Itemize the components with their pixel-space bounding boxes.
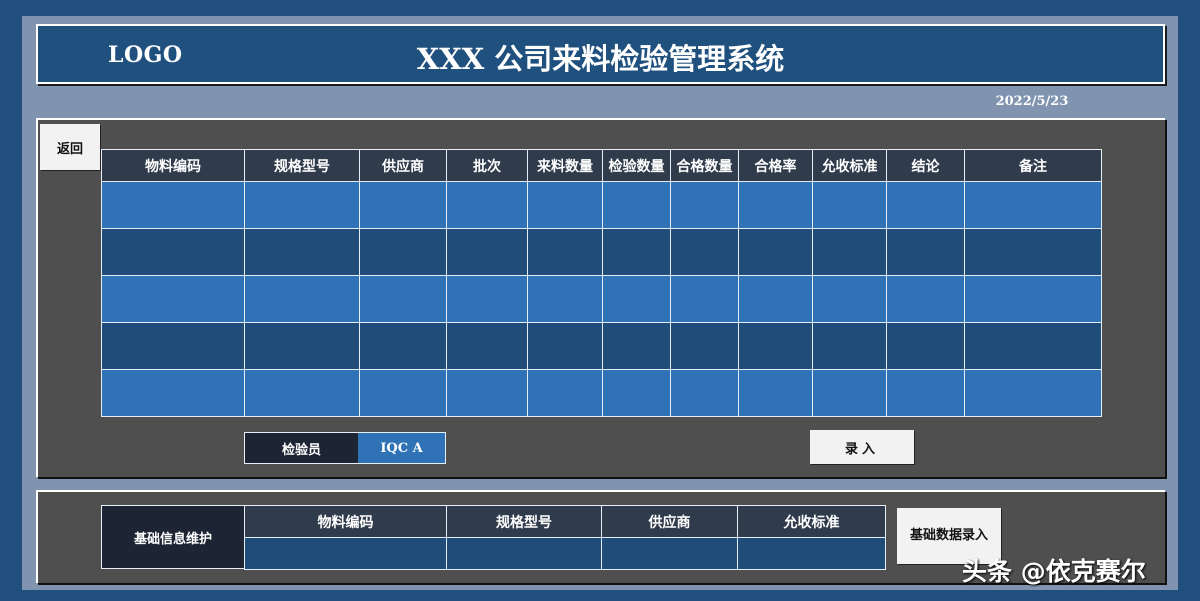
table-cell[interactable] xyxy=(527,369,603,417)
basic-input-row xyxy=(244,537,886,570)
column-header: 供应商 xyxy=(601,505,738,538)
table-cell[interactable] xyxy=(101,275,245,323)
table-header-row: 物料编码 规格型号 供应商 批次 来料数量 检验数量 合格数量 合格率 允收标准… xyxy=(101,149,1102,182)
table-cell[interactable] xyxy=(812,322,887,370)
table-cell[interactable] xyxy=(964,181,1102,229)
table-cell[interactable] xyxy=(101,228,245,276)
table-cell[interactable] xyxy=(738,228,813,276)
table-cell[interactable] xyxy=(738,181,813,229)
table-cell[interactable] xyxy=(812,181,887,229)
table-row xyxy=(101,322,1102,370)
table-cell[interactable] xyxy=(602,322,671,370)
table-cell[interactable] xyxy=(244,369,360,417)
table-row xyxy=(101,228,1102,276)
inspector-value[interactable]: IQC A xyxy=(358,433,445,463)
table-cell[interactable] xyxy=(812,275,887,323)
column-header: 规格型号 xyxy=(244,149,360,182)
column-header: 供应商 xyxy=(359,149,447,182)
table-row xyxy=(101,369,1102,417)
title-bar: LOGO XXX 公司来料检验管理系统 xyxy=(36,24,1165,84)
table-cell[interactable] xyxy=(886,228,965,276)
back-button[interactable]: 返回 xyxy=(40,124,100,170)
table-cell[interactable] xyxy=(446,322,528,370)
table-cell[interactable] xyxy=(964,275,1102,323)
table-cell[interactable] xyxy=(602,275,671,323)
column-header: 检验数量 xyxy=(602,149,671,182)
column-header: 来料数量 xyxy=(527,149,603,182)
table-cell[interactable] xyxy=(359,369,447,417)
inspection-table: 物料编码 规格型号 供应商 批次 来料数量 检验数量 合格数量 合格率 允收标准… xyxy=(101,149,1102,417)
table-cell[interactable] xyxy=(886,275,965,323)
basic-header-row: 物料编码 规格型号 供应商 允收标准 xyxy=(244,505,886,538)
table-cell[interactable] xyxy=(602,228,671,276)
table-cell[interactable] xyxy=(602,181,671,229)
table-cell[interactable] xyxy=(670,322,739,370)
table-cell[interactable] xyxy=(886,322,965,370)
table-cell[interactable] xyxy=(527,275,603,323)
table-cell[interactable] xyxy=(527,228,603,276)
page-title: XXX 公司来料检验管理系统 xyxy=(416,42,785,76)
material-code-cell[interactable] xyxy=(244,537,447,570)
table-cell[interactable] xyxy=(446,275,528,323)
table-cell[interactable] xyxy=(446,181,528,229)
table-cell[interactable] xyxy=(527,322,603,370)
table-row xyxy=(101,275,1102,323)
date-display: 2022/5/23 xyxy=(995,94,1069,109)
table-cell[interactable] xyxy=(670,275,739,323)
table-cell[interactable] xyxy=(738,275,813,323)
table-cell[interactable] xyxy=(101,181,245,229)
table-cell[interactable] xyxy=(244,228,360,276)
table-cell[interactable] xyxy=(738,369,813,417)
table-cell[interactable] xyxy=(886,369,965,417)
table-cell[interactable] xyxy=(101,322,245,370)
table-cell[interactable] xyxy=(446,228,528,276)
table-cell[interactable] xyxy=(670,228,739,276)
basic-info-label: 基础信息维护 xyxy=(101,505,245,569)
table-cell[interactable] xyxy=(964,369,1102,417)
table-cell[interactable] xyxy=(359,228,447,276)
column-header: 物料编码 xyxy=(101,149,245,182)
table-cell[interactable] xyxy=(964,228,1102,276)
column-header: 合格率 xyxy=(738,149,813,182)
inspector-field: 检验员 IQC A xyxy=(244,432,446,464)
table-cell[interactable] xyxy=(359,275,447,323)
table-cell[interactable] xyxy=(446,369,528,417)
table-cell[interactable] xyxy=(812,369,887,417)
table-cell[interactable] xyxy=(670,369,739,417)
column-header: 批次 xyxy=(446,149,528,182)
watermark: 头条 @依克赛尔 xyxy=(962,557,1146,586)
table-cell[interactable] xyxy=(359,322,447,370)
column-header: 物料编码 xyxy=(244,505,447,538)
column-header: 规格型号 xyxy=(446,505,602,538)
supplier-cell[interactable] xyxy=(601,537,738,570)
column-header: 允收标准 xyxy=(737,505,886,538)
table-cell[interactable] xyxy=(359,181,447,229)
table-cell[interactable] xyxy=(244,322,360,370)
table-cell[interactable] xyxy=(670,181,739,229)
table-row xyxy=(101,181,1102,229)
column-header: 结论 xyxy=(886,149,965,182)
table-cell[interactable] xyxy=(527,181,603,229)
column-header: 备注 xyxy=(964,149,1102,182)
table-cell[interactable] xyxy=(886,181,965,229)
table-cell[interactable] xyxy=(738,322,813,370)
enter-button[interactable]: 录入 xyxy=(810,430,914,464)
table-cell[interactable] xyxy=(602,369,671,417)
table-cell[interactable] xyxy=(244,181,360,229)
table-cell[interactable] xyxy=(812,228,887,276)
inspector-label: 检验员 xyxy=(245,433,358,463)
basic-info-table: 物料编码 规格型号 供应商 允收标准 xyxy=(244,505,886,570)
table-cell[interactable] xyxy=(964,322,1102,370)
spec-model-cell[interactable] xyxy=(446,537,602,570)
acceptance-standard-cell[interactable] xyxy=(737,537,886,570)
table-cell[interactable] xyxy=(244,275,360,323)
table-cell[interactable] xyxy=(101,369,245,417)
column-header: 合格数量 xyxy=(670,149,739,182)
column-header: 允收标准 xyxy=(812,149,887,182)
